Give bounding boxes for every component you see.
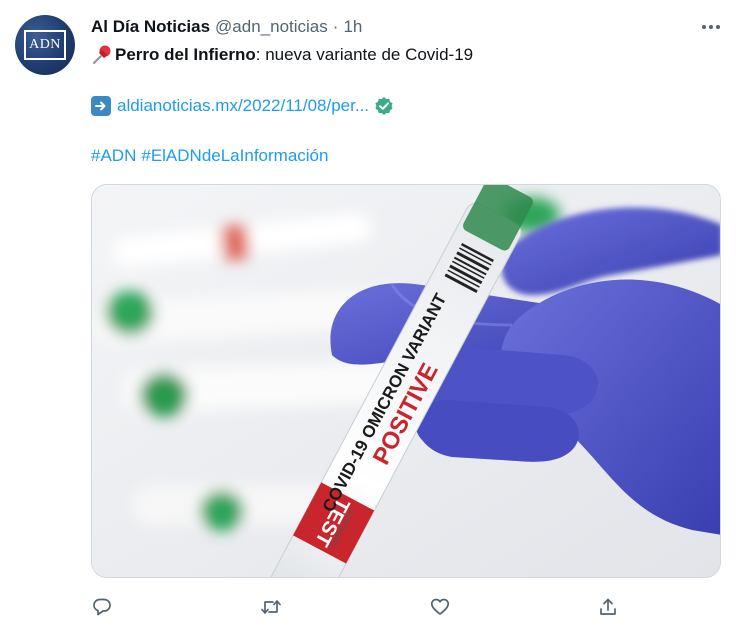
display-name[interactable]: Al Día Noticias [91,17,210,37]
right-arrow-icon [91,96,111,116]
retweet-icon[interactable] [260,596,282,618]
article-link[interactable]: aldianoticias.mx/2022/11/08/per... [117,96,369,116]
pushpin-icon [91,44,113,66]
tweet-actions [0,596,746,618]
share-icon[interactable] [597,596,619,618]
headline-bold: Perro del Infierno [115,45,256,64]
headline-rest: : nueva variante de Covid-19 [255,45,474,64]
check-mark-icon [374,96,394,116]
tweet-title-line: Perro del Infierno : nueva variante de C… [91,44,473,66]
like-icon[interactable] [429,596,451,618]
hashtag-adn[interactable]: #ADN [91,146,136,166]
hashtag-eladn[interactable]: #ElADNdeLaInformación [141,146,328,166]
hashtags-line: #ADN #ElADNdeLaInformación [91,145,328,167]
avatar-text: ADN [29,37,61,52]
reply-icon[interactable] [91,596,113,618]
avatar[interactable]: ADN [15,15,75,75]
separator-dot: · [332,17,339,36]
tweet-header: Al Día Noticias @adn_noticias · 1h [91,16,362,38]
avatar-logo: ADN [24,30,66,60]
handle[interactable]: @adn_noticias [215,17,328,37]
covid-test-tube-photo: TEST CONTAINER COVID-19 OMICRON VARIANT … [92,185,720,577]
more-options-icon[interactable] [698,16,724,38]
tweet-media-image[interactable]: TEST CONTAINER COVID-19 OMICRON VARIANT … [91,184,721,578]
tweet[interactable]: ADN Al Día Noticias @adn_noticias · 1h P… [0,0,746,627]
tweet-link-line: aldianoticias.mx/2022/11/08/per... [91,95,394,117]
timestamp[interactable]: 1h [343,17,362,37]
